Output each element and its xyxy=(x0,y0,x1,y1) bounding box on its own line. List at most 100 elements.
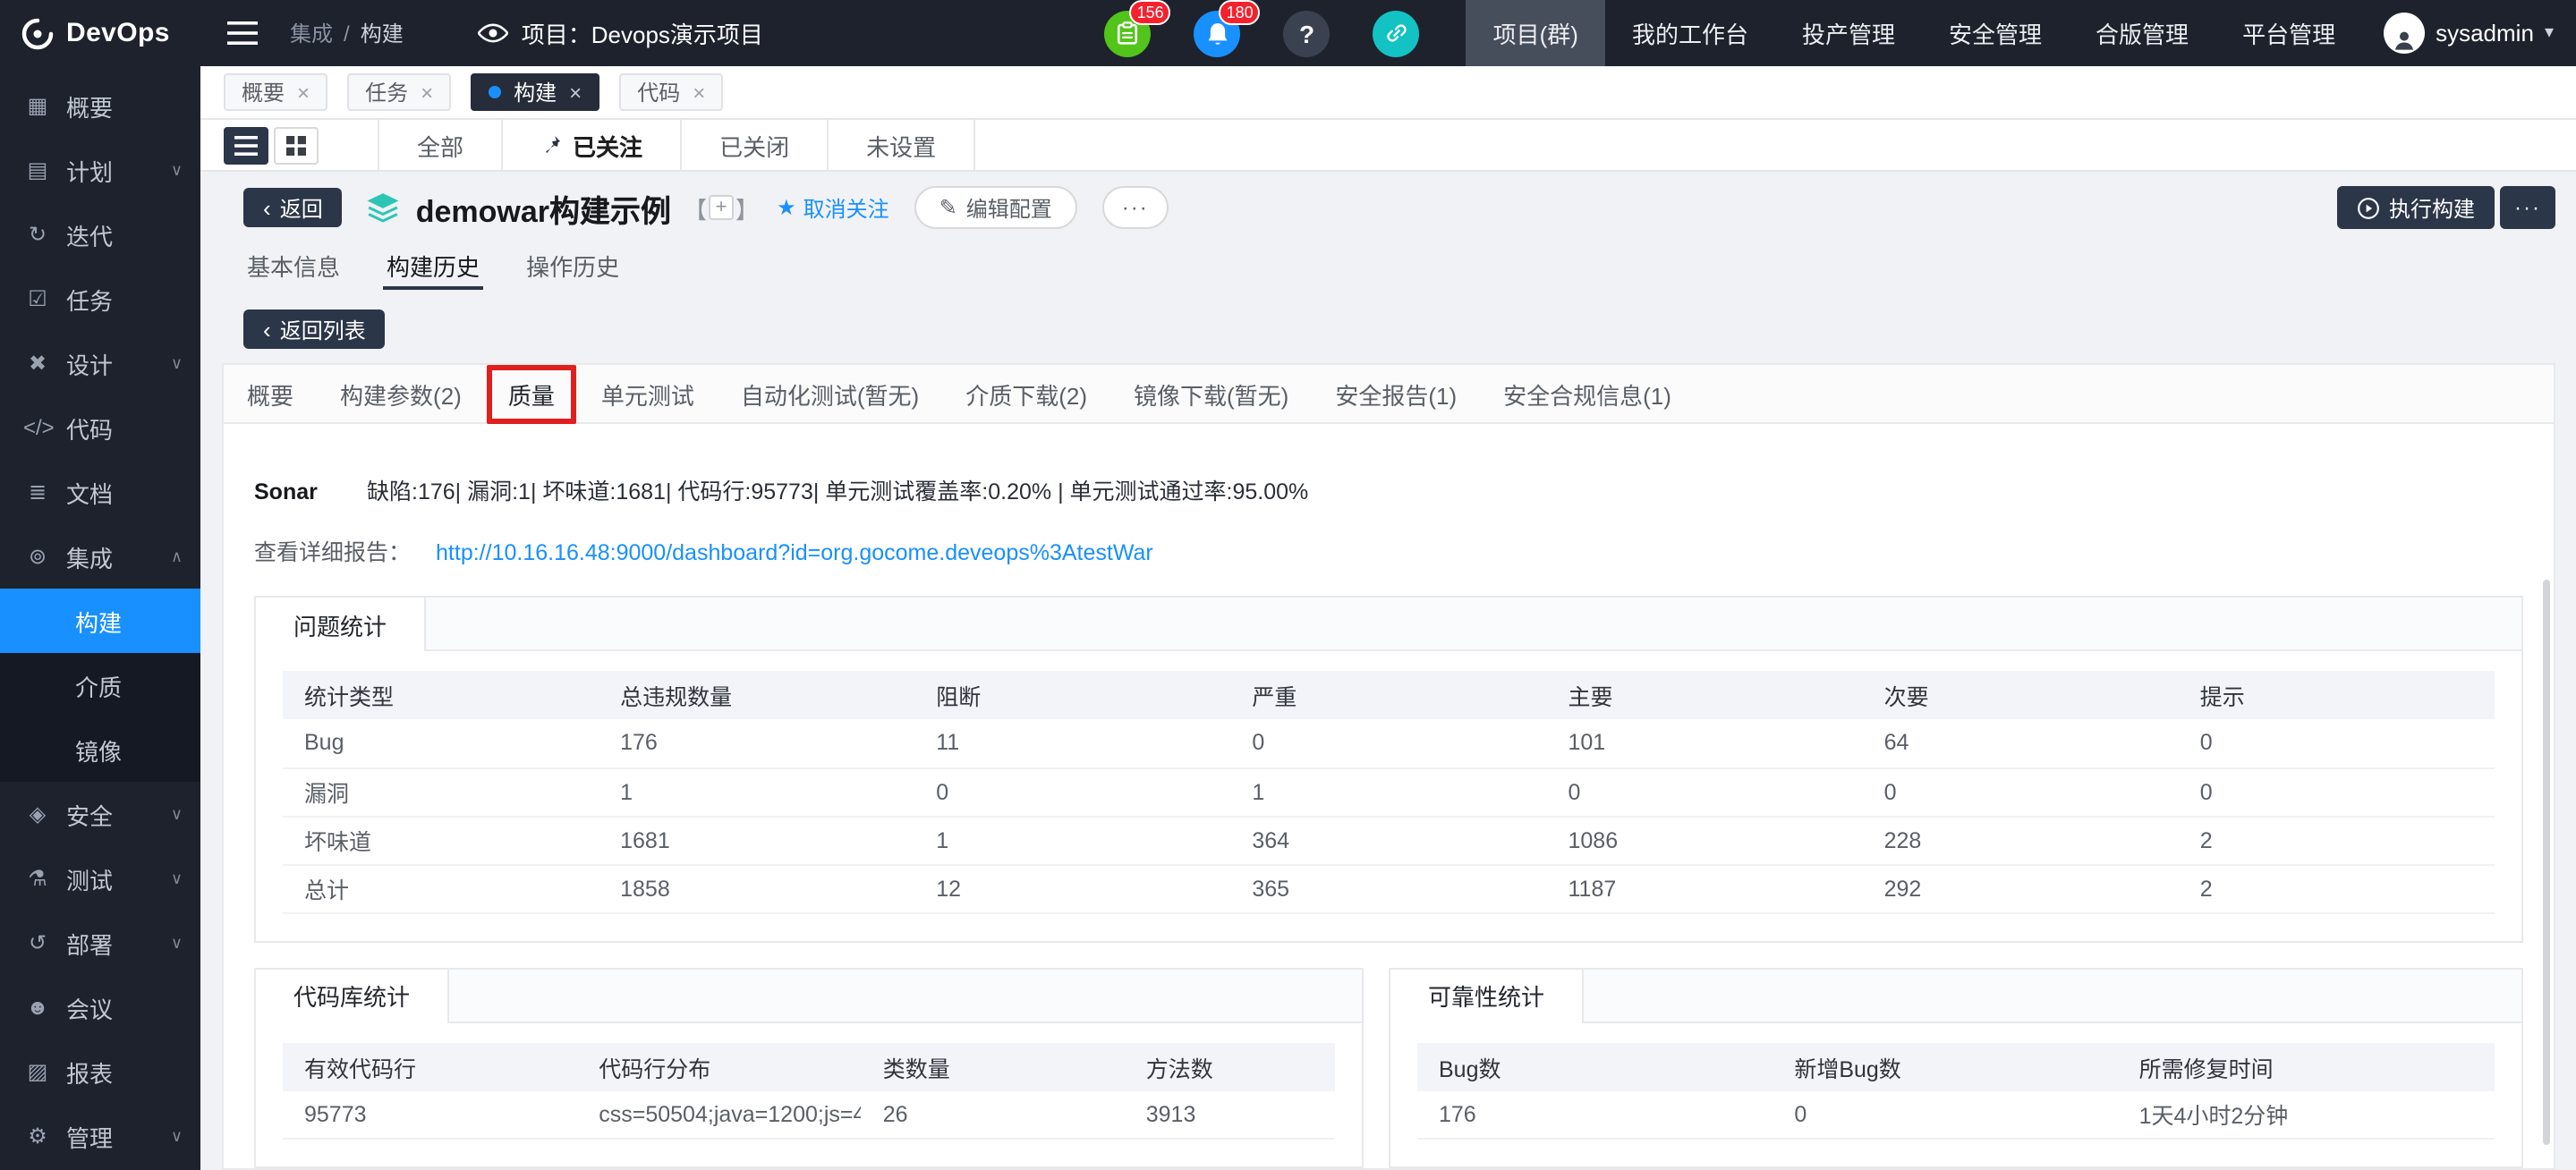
back-to-list-label: 返回列表 xyxy=(280,314,366,344)
open-page-tabs: 概要 × 任务 × 构建 × 代码 × xyxy=(200,66,2576,120)
menu-toggle-button[interactable] xyxy=(227,0,258,66)
edit-config-button[interactable]: ✎ 编辑配置 xyxy=(914,186,1077,229)
sidebar-item-integration[interactable]: ⊚ 集成 ∧ xyxy=(0,524,200,589)
layers-icon-svg xyxy=(366,191,402,224)
sidebar-item-test[interactable]: ⚗ 测试 ∨ xyxy=(0,846,200,911)
subtab-overview[interactable]: 概要 xyxy=(247,377,293,411)
sidebar-item-overview[interactable]: ▦ 概要 xyxy=(0,73,200,138)
table-row: 坏味道 1681 1 364 1086 228 2 xyxy=(283,816,2495,864)
subtab-build-params[interactable]: 构建参数(2) xyxy=(340,377,462,411)
active-tab-dot xyxy=(489,86,501,98)
list-view-button[interactable] xyxy=(224,126,268,164)
close-icon[interactable]: × xyxy=(569,80,582,105)
top-nav-security-mgmt[interactable]: 安全管理 xyxy=(1922,0,2069,66)
page-tab-build[interactable]: 构建 × xyxy=(471,73,599,111)
sidebar-item-plan[interactable]: ▤ 计划 ∨ xyxy=(0,138,200,202)
back-button[interactable]: ‹ 返回 xyxy=(243,188,343,227)
close-icon[interactable]: × xyxy=(693,80,705,105)
filter-tab-unset[interactable]: 未设置 xyxy=(829,120,975,170)
sidebar-item-deploy[interactable]: ↺ 部署 ∨ xyxy=(0,911,200,975)
quality-panel-body: Sonar 缺陷:176| 漏洞:1| 坏味道:1681| 代码行:95773|… xyxy=(224,424,2554,1168)
page-tab-task[interactable]: 任务 × xyxy=(347,73,451,111)
link-share-button[interactable] xyxy=(1373,10,1420,56)
subtab-artifact-download[interactable]: 介质下载(2) xyxy=(965,377,1087,411)
sidebar-item-label: 安全 xyxy=(66,797,171,831)
hamburger-icon xyxy=(227,21,258,45)
sidebar-item-artifact[interactable]: 介质 xyxy=(0,653,200,717)
subtab-image-download[interactable]: 镜像下载(暂无) xyxy=(1134,377,1288,411)
tab-basic-info[interactable]: 基本信息 xyxy=(243,242,344,290)
notification-bell-button[interactable]: 180 xyxy=(1194,10,1241,56)
filter-tab-closed[interactable]: 已关闭 xyxy=(682,120,829,170)
cell: 64 xyxy=(1863,719,2179,767)
more-actions-button[interactable]: ··· xyxy=(1102,186,1169,229)
card-view-icon xyxy=(286,135,306,155)
sonar-report-link[interactable]: http://10.16.16.48:9000/dashboard?id=org… xyxy=(436,540,1153,565)
sidebar-item-task[interactable]: ☑ 任务 xyxy=(0,267,200,331)
card-view-button[interactable] xyxy=(274,126,319,164)
code-stats-title: 代码库统计 xyxy=(256,969,449,1022)
chart-icon: ▨ xyxy=(23,1059,52,1084)
view-toggle-group xyxy=(224,120,319,170)
list-view-icon xyxy=(234,135,258,155)
cell: 176 xyxy=(1417,1090,1773,1139)
subtab-unit-test[interactable]: 单元测试 xyxy=(601,377,694,411)
close-icon[interactable]: × xyxy=(421,80,433,105)
sidebar-item-build[interactable]: 构建 xyxy=(0,589,200,653)
tab-operation-history[interactable]: 操作历史 xyxy=(523,242,623,290)
user-avatar xyxy=(2384,13,2425,54)
plus-box-icon[interactable]: + xyxy=(709,195,734,220)
app-logo[interactable]: DevOps xyxy=(0,0,200,66)
todo-button[interactable]: 156 xyxy=(1105,10,1152,56)
sidebar-item-design[interactable]: ✖ 设计 ∨ xyxy=(0,331,200,395)
vertical-scrollbar-thumb[interactable] xyxy=(2543,580,2550,1145)
sidebar-item-label: 管理 xyxy=(66,1119,171,1153)
sidebar-item-meeting[interactable]: ☻ 会议 xyxy=(0,975,200,1039)
filter-tab-followed[interactable]: 已关注 xyxy=(503,120,682,170)
sidebar-item-security[interactable]: ◈ 安全 ∨ xyxy=(0,782,200,846)
table-row: 漏洞 1 0 1 0 0 0 xyxy=(283,767,2495,816)
top-nav-platform-mgmt[interactable]: 平台管理 xyxy=(2215,0,2362,66)
sidebar-item-document[interactable]: ≣ 文档 xyxy=(0,460,200,524)
project-selector[interactable]: 项目：Devops演示项目 xyxy=(479,0,763,66)
column-header: 主要 xyxy=(1547,671,1863,719)
cell: 11 xyxy=(914,719,1230,767)
run-more-button[interactable]: ··· xyxy=(2500,186,2555,229)
build-title-badge: 【 + 】 xyxy=(684,191,759,225)
help-button[interactable]: ? xyxy=(1284,10,1331,56)
sidebar-item-manage[interactable]: ⚙ 管理 ∨ xyxy=(0,1104,200,1168)
cell: Bug xyxy=(283,719,599,767)
play-circle-icon xyxy=(2357,196,2380,219)
cell: 1086 xyxy=(1547,816,1863,864)
top-nav-projects[interactable]: 项目(群) xyxy=(1467,0,1605,66)
subtab-auto-test[interactable]: 自动化测试(暂无) xyxy=(741,377,919,411)
shield-icon: ◈ xyxy=(23,801,52,827)
sonar-label: Sonar xyxy=(254,479,367,504)
unfollow-link[interactable]: ★ 取消关注 xyxy=(777,192,889,223)
breadcrumb-section[interactable]: 集成 xyxy=(290,18,333,48)
page-tab-code[interactable]: 代码 × xyxy=(619,73,723,111)
pin-icon xyxy=(540,134,562,156)
run-build-button[interactable]: 执行构建 xyxy=(2337,186,2495,229)
page-tab-label: 任务 xyxy=(365,77,408,107)
top-nav-workbench[interactable]: 我的工作台 xyxy=(1605,0,1775,66)
cell: 坏味道 xyxy=(283,816,599,864)
sidebar-item-report[interactable]: ▨ 报表 xyxy=(0,1039,200,1104)
tab-build-history[interactable]: 构建历史 xyxy=(383,242,483,290)
filter-tab-all[interactable]: 全部 xyxy=(378,120,503,170)
page-tab-overview[interactable]: 概要 × xyxy=(224,73,327,111)
sidebar-item-iteration[interactable]: ↻ 迭代 xyxy=(0,202,200,267)
user-menu[interactable]: sysadmin ▾ xyxy=(2362,0,2576,66)
top-nav-version-mgmt[interactable]: 合版管理 xyxy=(2069,0,2215,66)
cell: 0 xyxy=(1863,767,2179,816)
back-to-list-button[interactable]: ‹ 返回列表 xyxy=(243,309,386,349)
sonar-summary: 缺陷:176| 漏洞:1| 坏味道:1681| 代码行:95773| 单元测试覆… xyxy=(367,472,1308,506)
sidebar: ▦ 概要 ▤ 计划 ∨ ↻ 迭代 ☑ 任务 ✖ 设计 ∨ </> 代码 ≣ 文档 xyxy=(0,66,200,1170)
subtab-security-compliance[interactable]: 安全合规信息(1) xyxy=(1503,377,1671,411)
sidebar-item-code[interactable]: </> 代码 xyxy=(0,395,200,460)
subtab-security-report[interactable]: 安全报告(1) xyxy=(1335,377,1457,411)
sidebar-item-image[interactable]: 镜像 xyxy=(0,717,200,782)
close-icon[interactable]: × xyxy=(297,80,310,105)
top-nav-release-mgmt[interactable]: 投产管理 xyxy=(1775,0,1922,66)
subtab-quality[interactable]: 质量 xyxy=(487,364,576,423)
